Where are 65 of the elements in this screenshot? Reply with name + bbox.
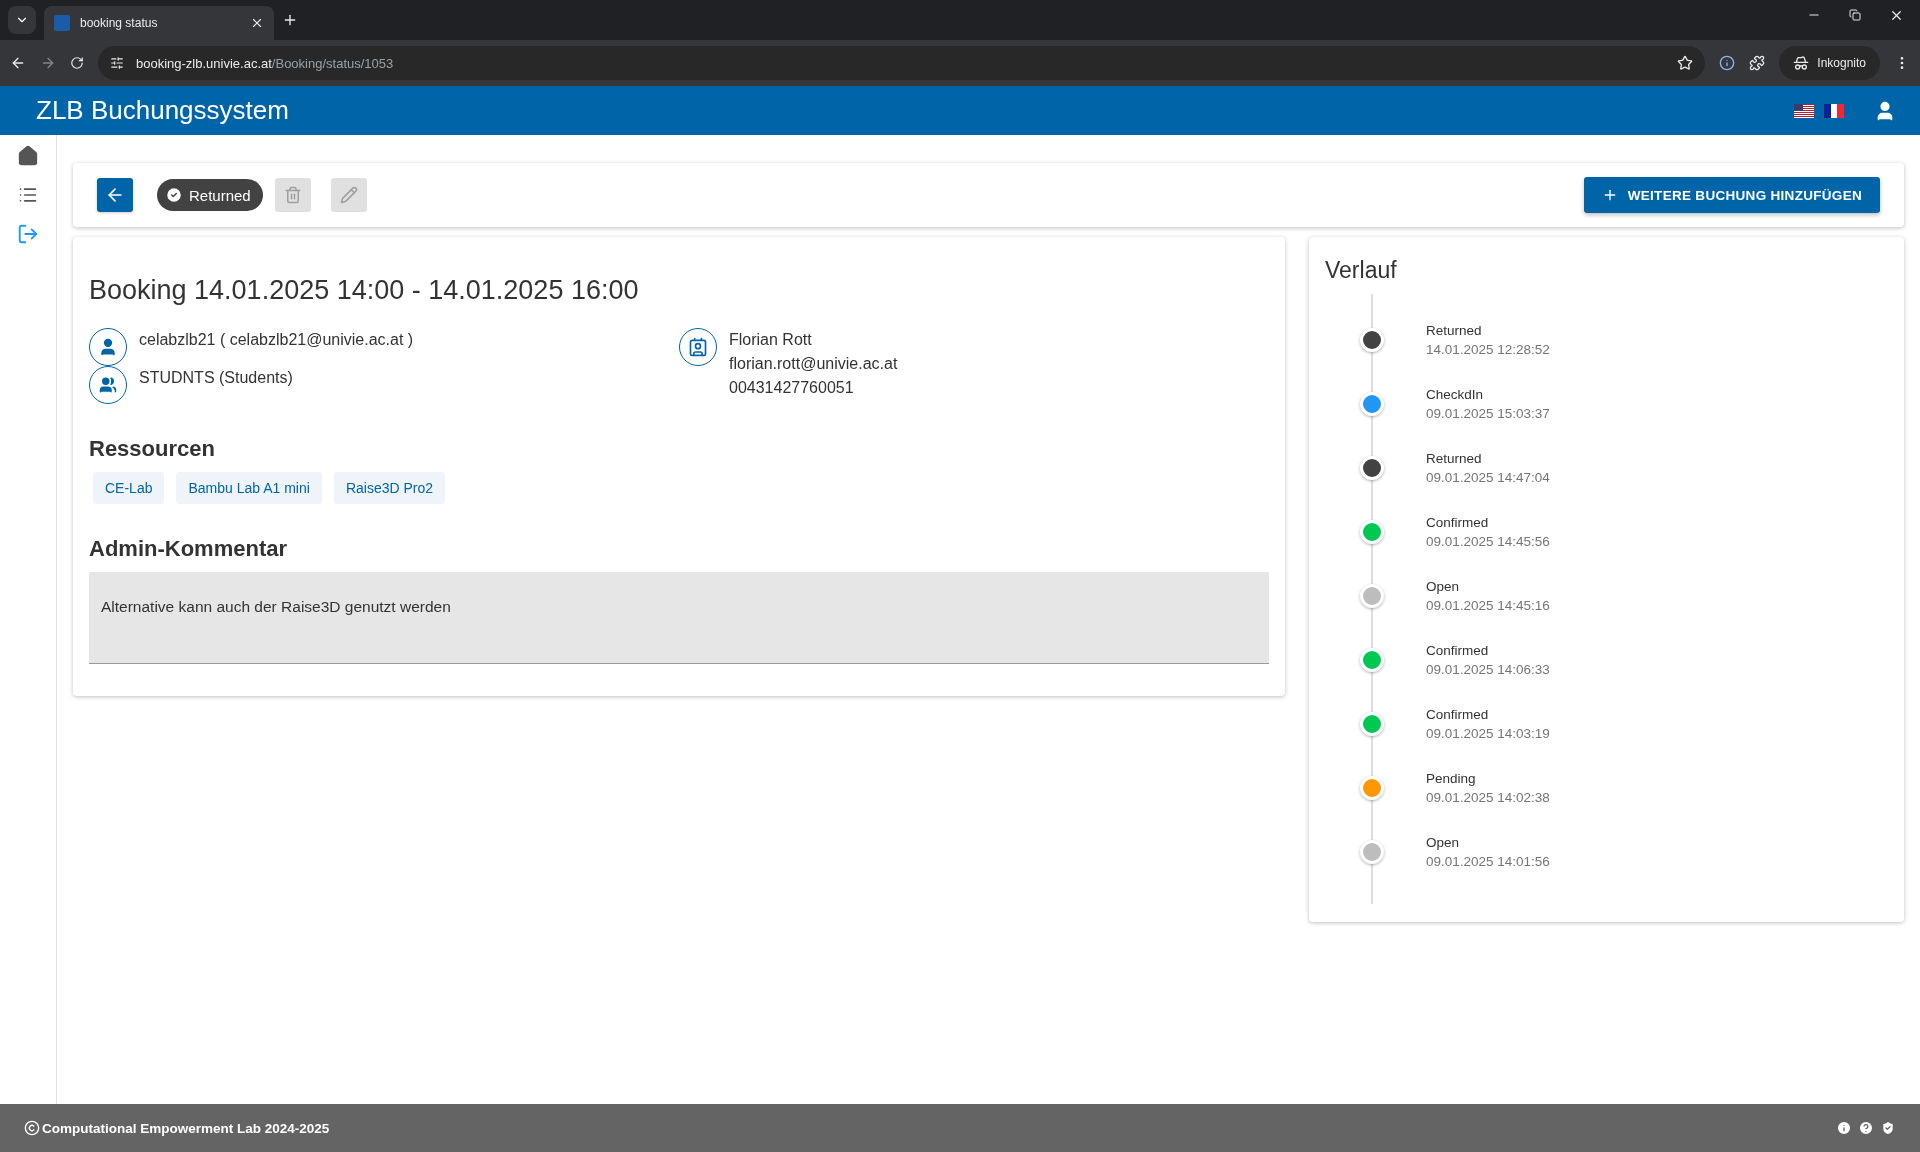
booking-title: Booking 14.01.2025 14:00 - 14.01.2025 16:00 — [89, 275, 640, 306]
resource-tag[interactable]: CE-Lab — [93, 472, 165, 504]
new-tab-icon[interactable] — [282, 12, 298, 28]
forward-icon[interactable] — [40, 55, 56, 71]
incognito-button[interactable]: Inkognito — [1779, 46, 1880, 80]
check-icon — [165, 186, 183, 204]
info-icon[interactable] — [1836, 1120, 1852, 1136]
flag-icon[interactable] — [1794, 103, 1814, 118]
user-text: celabzlb21 ( celabzlb21@univie.ac.at ) — [139, 330, 414, 350]
close-tab-icon[interactable] — [250, 16, 264, 30]
history-time: 09.01.2025 14:06:33 — [1426, 662, 1550, 677]
back-icon[interactable] — [10, 55, 26, 71]
footer-text: Computational Empowerment Lab 2024-2025 — [42, 1120, 330, 1136]
history-status: Confirmed — [1426, 643, 1490, 658]
history-status: Open — [1426, 835, 1461, 850]
shield-icon[interactable] — [1880, 1120, 1896, 1136]
contact-text: florian.rott@univie.ac.at — [729, 354, 898, 374]
history-status: Confirmed — [1426, 707, 1490, 722]
resource-tag[interactable]: Bambu Lab A1 mini — [176, 472, 322, 504]
site-settings-icon[interactable] — [110, 56, 124, 70]
history-status: Open — [1426, 579, 1461, 594]
bookmark-star-icon[interactable] — [1677, 55, 1694, 71]
contact-text: Florian Rott — [729, 330, 813, 350]
browser-tab[interactable]: booking status — [44, 6, 274, 40]
tab-list-button[interactable] — [8, 6, 36, 34]
history-status: Returned — [1426, 451, 1483, 466]
history-time: 09.01.2025 14:02:38 — [1426, 790, 1550, 805]
history-title: Verlauf — [1325, 257, 1398, 284]
tab-title: booking status — [80, 16, 159, 30]
copyright-icon — [24, 1120, 40, 1136]
extensions-icon[interactable] — [1749, 55, 1766, 71]
history-status: Pending — [1426, 771, 1477, 786]
history-time: 14.01.2025 12:28:52 — [1426, 342, 1550, 357]
resources-heading: Ressourcen — [89, 436, 216, 462]
history-status: Confirmed — [1426, 515, 1490, 530]
app-title: ZLB Buchungssystem — [36, 95, 290, 126]
comment-heading: Admin-Kommentar — [89, 536, 288, 562]
status-chip: Returned — [157, 179, 263, 211]
history-time: 09.01.2025 14:45:16 — [1426, 598, 1550, 613]
add-booking-button[interactable]: WEITERE BUCHUNG HINZUFÜGEN — [1583, 177, 1880, 213]
site-favicon-icon — [54, 15, 70, 31]
incognito-icon — [1793, 55, 1810, 71]
history-time: 09.01.2025 14:47:04 — [1426, 470, 1550, 485]
back-button[interactable] — [97, 178, 133, 212]
trash-icon — [283, 186, 302, 204]
history-time: 09.01.2025 14:03:19 — [1426, 726, 1550, 741]
comment-field: Alternative kann auch der Raise3D genutzt werden — [89, 572, 1269, 664]
flag-icon[interactable] — [1824, 103, 1844, 118]
history-status: Returned — [1426, 323, 1483, 338]
group-text: STUDNTS (Students) — [139, 368, 293, 388]
history-time: 09.01.2025 15:03:37 — [1426, 406, 1550, 421]
reload-icon[interactable] — [70, 56, 84, 70]
logout-icon[interactable] — [17, 223, 39, 245]
url-text: booking-zlb.univie.ac.at/Booking/status/1053 — [136, 55, 395, 71]
history-status: CheckdIn — [1426, 387, 1485, 402]
address-bar[interactable]: booking-zlb.univie.ac.at/Booking/status/1053 — [98, 46, 1706, 80]
pencil-icon — [339, 186, 358, 204]
history-time: 09.01.2025 14:01:56 — [1426, 854, 1550, 869]
restore-icon[interactable] — [1849, 7, 1861, 23]
list-icon[interactable] — [18, 185, 38, 205]
help-icon[interactable] — [1858, 1120, 1874, 1136]
history-time: 09.01.2025 14:45:56 — [1426, 534, 1550, 549]
contact-text: 00431427760051 — [729, 378, 855, 398]
home-icon[interactable] — [17, 145, 39, 167]
resource-tag[interactable]: Raise3D Pro2 — [333, 472, 446, 504]
